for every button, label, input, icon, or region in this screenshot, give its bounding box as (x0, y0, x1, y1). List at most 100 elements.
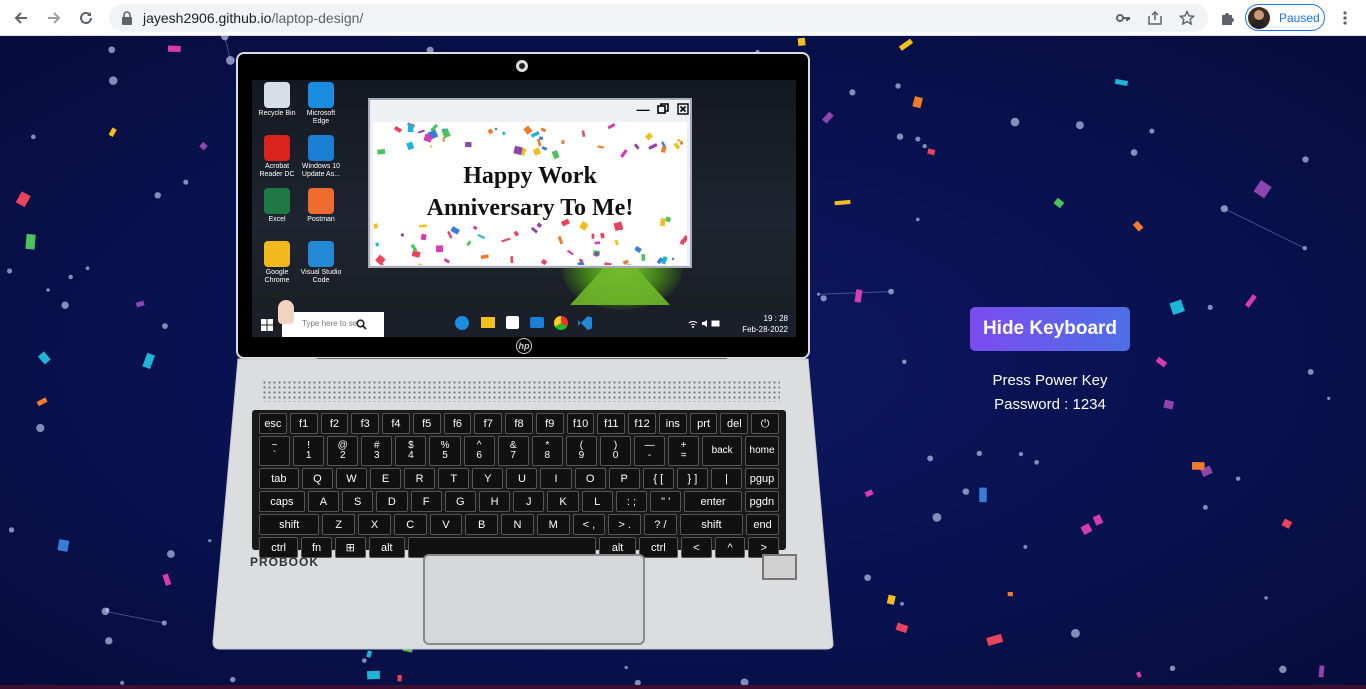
key[interactable]: X (358, 514, 391, 535)
key[interactable]: prt (689, 413, 718, 434)
hide-keyboard-button[interactable]: Hide Keyboard (970, 307, 1130, 351)
key[interactable]: ( 9 (565, 436, 597, 466)
key[interactable]: T (438, 468, 470, 489)
minimize-icon[interactable]: — (636, 103, 650, 117)
desktop-icon[interactable]: Windows 10 Update As... (300, 135, 342, 179)
key[interactable]: f5 (412, 413, 441, 434)
url-text[interactable]: jayesh2906.github.io/laptop-design/ (143, 10, 363, 26)
key[interactable]: * 8 (531, 436, 563, 466)
back-arrow-icon[interactable] (9, 6, 33, 30)
desktop-icon[interactable]: Postman (300, 188, 342, 224)
taskbar-vscode-icon[interactable] (578, 316, 592, 330)
key[interactable]: — - (634, 436, 666, 466)
desktop-icon[interactable]: Acrobat Reader DC (256, 135, 298, 179)
key[interactable]: U (506, 468, 538, 489)
key-icon[interactable] (1115, 10, 1131, 26)
key[interactable]: } ] (676, 468, 708, 489)
extensions-puzzle-icon[interactable] (1215, 6, 1239, 30)
desktop-icon[interactable]: Excel (256, 188, 298, 224)
taskbar-store-icon[interactable] (506, 316, 519, 329)
key[interactable]: esc (259, 413, 287, 434)
key[interactable]: ! 1 (293, 436, 325, 466)
key[interactable]: Z (322, 514, 356, 535)
key[interactable]: del (720, 413, 749, 434)
key[interactable]: B (465, 514, 499, 535)
key[interactable]: S (342, 491, 374, 512)
key[interactable]: @ 2 (327, 436, 359, 466)
key[interactable]: R (404, 468, 436, 489)
key[interactable]: F (410, 491, 442, 512)
key[interactable]: A (307, 491, 340, 512)
key[interactable]: f3 (351, 413, 380, 434)
key[interactable]: f4 (382, 413, 410, 434)
key[interactable]: $ 4 (395, 436, 427, 466)
key[interactable]: + = (668, 436, 700, 466)
taskbar-search[interactable]: Type here to se (278, 300, 384, 337)
key[interactable]: ^ 6 (463, 436, 495, 466)
lock-icon[interactable] (119, 10, 135, 26)
key[interactable]: I (540, 468, 572, 489)
key[interactable]: ⏻ (751, 413, 780, 434)
key[interactable]: ⊞ (334, 537, 366, 558)
key[interactable]: J (513, 491, 545, 512)
key[interactable]: C (393, 514, 427, 535)
key[interactable]: back (702, 436, 743, 466)
key[interactable]: O (574, 468, 606, 489)
key[interactable]: ? / (644, 514, 677, 535)
key[interactable]: " ' (650, 491, 682, 512)
key[interactable]: | (710, 468, 743, 489)
key[interactable]: shift (679, 514, 744, 535)
key[interactable]: tab (259, 468, 299, 489)
key[interactable]: end (746, 514, 779, 535)
key[interactable]: : ; (615, 491, 648, 512)
taskbar-clock[interactable]: 19 : 28 Feb-28-2022 (742, 313, 788, 335)
key[interactable]: E (370, 468, 402, 489)
key[interactable]: & 7 (497, 436, 529, 466)
key[interactable]: < , (572, 514, 606, 535)
profile-button[interactable]: Paused (1245, 4, 1325, 31)
share-icon[interactable] (1147, 10, 1163, 26)
key[interactable]: H (478, 491, 511, 512)
close-icon[interactable] (676, 103, 690, 117)
key[interactable]: f9 (535, 413, 564, 434)
key[interactable]: D (376, 491, 408, 512)
key[interactable]: N (501, 514, 534, 535)
key[interactable]: Y (472, 468, 504, 489)
key[interactable]: f12 (628, 413, 656, 434)
bookmark-star-icon[interactable] (1179, 10, 1195, 26)
forward-arrow-icon[interactable] (42, 6, 66, 30)
key[interactable]: V (429, 514, 463, 535)
key[interactable]: f11 (597, 413, 626, 434)
key[interactable]: P (608, 468, 640, 489)
key[interactable]: K (547, 491, 579, 512)
key[interactable]: shift (259, 514, 320, 535)
key[interactable]: ~ ` (259, 436, 291, 466)
key[interactable]: f7 (474, 413, 503, 434)
taskbar-edge-icon[interactable] (455, 316, 469, 330)
key[interactable]: pgup (745, 468, 780, 489)
key[interactable]: ) 0 (599, 436, 632, 466)
fingerprint-sensor[interactable] (762, 554, 797, 580)
key[interactable]: Q (301, 468, 333, 489)
key[interactable]: alt (368, 537, 406, 558)
key[interactable]: < (681, 537, 712, 558)
desktop-icon[interactable]: Recycle Bin (256, 82, 298, 118)
key[interactable]: pgdn (744, 491, 779, 512)
key[interactable]: f2 (320, 413, 349, 434)
restore-icon[interactable] (656, 103, 670, 117)
key[interactable]: home (745, 436, 780, 466)
address-bar[interactable]: jayesh2906.github.io/laptop-design/ (109, 4, 1208, 32)
key[interactable]: f10 (566, 413, 595, 434)
key[interactable]: f6 (443, 413, 472, 434)
key[interactable]: W (335, 468, 367, 489)
key[interactable]: { [ (642, 468, 674, 489)
touchpad[interactable] (423, 554, 645, 645)
key[interactable]: % 5 (429, 436, 461, 466)
key[interactable]: caps (259, 491, 305, 512)
key[interactable]: f1 (289, 413, 318, 434)
key[interactable]: ^ (714, 537, 746, 558)
key[interactable]: L (581, 491, 613, 512)
taskbar-explorer-icon[interactable] (481, 317, 495, 328)
key[interactable]: M (536, 514, 570, 535)
reload-icon[interactable] (74, 6, 98, 30)
